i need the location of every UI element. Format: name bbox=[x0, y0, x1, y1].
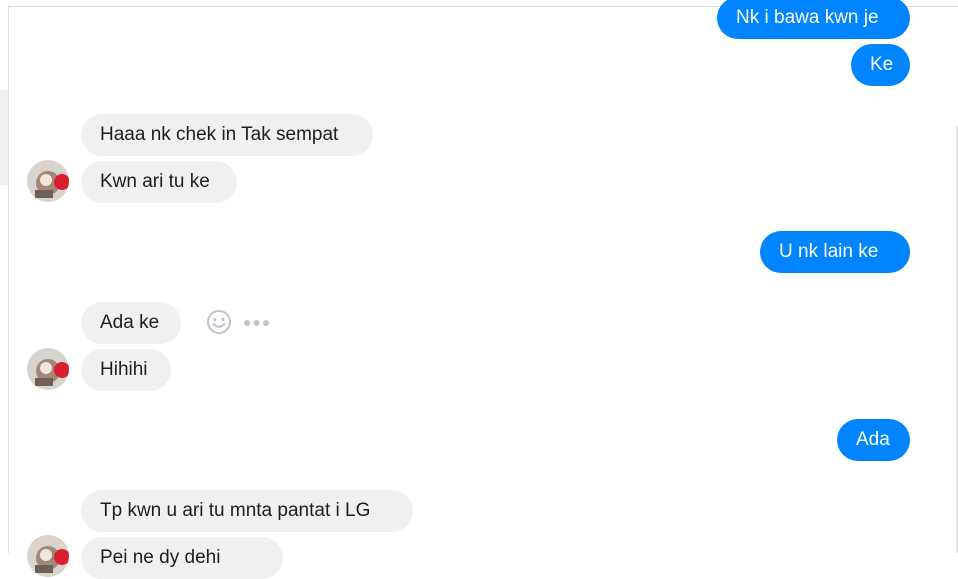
message-outgoing[interactable]: Ke bbox=[851, 44, 910, 86]
message-outgoing[interactable]: Ada bbox=[837, 419, 910, 461]
smiley-icon[interactable] bbox=[206, 309, 232, 335]
more-horizontal-icon[interactable] bbox=[243, 316, 270, 328]
message-incoming[interactable]: Haaa nk chek in Tak sempat bbox=[81, 114, 373, 156]
message-incoming[interactable]: Kwn ari tu ke bbox=[81, 161, 237, 203]
message-outgoing[interactable]: Nk i bawa kwn je bbox=[717, 0, 910, 39]
contact-avatar[interactable] bbox=[27, 160, 69, 202]
message-incoming[interactable]: Hihihi bbox=[81, 349, 171, 391]
frame-left-border bbox=[8, 6, 9, 553]
side-tab bbox=[0, 90, 9, 185]
message-outgoing[interactable]: U nk lain ke bbox=[760, 231, 910, 273]
contact-avatar[interactable] bbox=[27, 348, 69, 390]
message-incoming[interactable]: Tp kwn u ari tu mnta pantat i LG bbox=[81, 490, 413, 532]
message-incoming[interactable]: Ada ke bbox=[81, 302, 181, 344]
message-incoming[interactable]: Pei ne dy dehi bbox=[81, 537, 283, 579]
contact-avatar[interactable] bbox=[27, 535, 69, 577]
